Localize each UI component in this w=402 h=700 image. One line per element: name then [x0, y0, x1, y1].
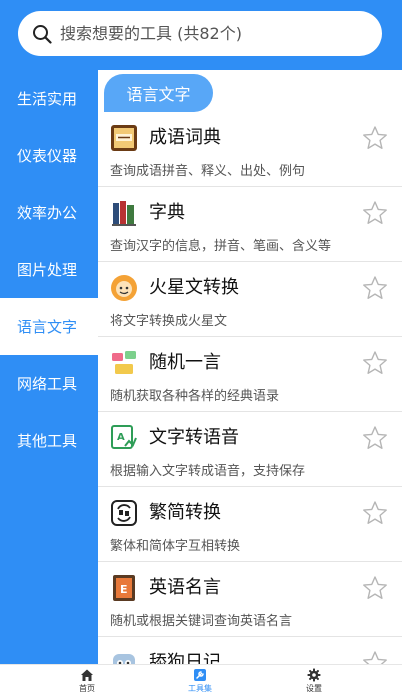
robot-icon	[113, 654, 135, 664]
idiom-dictionary-icon	[111, 125, 137, 151]
top-bar	[0, 0, 402, 70]
favorite-star-icon[interactable]	[362, 275, 388, 301]
english-quote-icon: E	[113, 575, 135, 601]
favorite-star-icon[interactable]	[362, 425, 388, 451]
tool-description: 将文字转换成火星文	[110, 314, 228, 329]
quote-cards-icon	[112, 351, 136, 374]
svg-text:E: E	[120, 583, 128, 596]
text-to-speech-icon: A	[111, 425, 137, 449]
bottom-tab-bar: 首页 工具集 设置	[0, 664, 402, 700]
tool-item[interactable]: 火星文转换 将文字转换成火星文	[98, 262, 402, 337]
tool-item[interactable]: 字典 查询汉字的信息，拼音、笔画、含义等	[98, 187, 402, 262]
sidebar-item-life[interactable]: 生活实用	[0, 70, 98, 127]
tab-label: 设置	[306, 684, 322, 693]
tool-list-panel: 语言文字 成语词典 查询成语拼音、释义、出处、例句 字典 查询汉字的信息，拼音、…	[98, 70, 402, 664]
search-bar[interactable]	[18, 11, 382, 56]
tool-item[interactable]: A 文字转语音 根据输入文字转成语音，支持保存	[98, 412, 402, 487]
books-icon	[112, 201, 136, 226]
tool-item[interactable]: 随机一言 随机获取各种各样的经典语录	[98, 337, 402, 412]
tool-name: 成语词典	[149, 127, 221, 148]
tool-description: 随机获取各种各样的经典语录	[110, 389, 280, 404]
tool-description: 查询汉字的信息，拼音、笔画、含义等	[110, 239, 332, 254]
favorite-star-icon[interactable]	[362, 650, 388, 664]
sidebar-item-instruments[interactable]: 仪表仪器	[0, 127, 98, 184]
favorite-star-icon[interactable]	[362, 125, 388, 151]
tool-description: 随机或根据关键词查询英语名言	[110, 614, 293, 629]
tab-settings[interactable]: 设置	[279, 668, 349, 694]
gear-icon	[307, 668, 321, 682]
sidebar-item-image[interactable]: 图片处理	[0, 241, 98, 298]
favorite-star-icon[interactable]	[362, 200, 388, 226]
tool-name: 随机一言	[149, 352, 221, 373]
tool-description: 查询成语拼音、释义、出处、例句	[110, 164, 306, 179]
tool-name: 英语名言	[149, 577, 221, 598]
sidebar-item-language[interactable]: 语言文字	[0, 298, 98, 355]
sidebar-item-office[interactable]: 效率办公	[0, 184, 98, 241]
tool-item[interactable]: 舔狗日记	[98, 637, 402, 664]
tool-description: 根据输入文字转成语音，支持保存	[110, 464, 306, 479]
tab-home[interactable]: 首页	[52, 668, 122, 694]
tool-description: 繁体和简体字互相转换	[110, 539, 241, 554]
category-title: 语言文字	[104, 74, 213, 112]
traditional-simplified-icon	[111, 500, 137, 526]
tool-name: 火星文转换	[149, 277, 239, 298]
sidebar-item-other[interactable]: 其他工具	[0, 412, 98, 469]
tool-list: 成语词典 查询成语拼音、释义、出处、例句 字典 查询汉字的信息，拼音、笔画、含义…	[98, 112, 402, 664]
favorite-star-icon[interactable]	[362, 500, 388, 526]
tool-name: 繁简转换	[149, 502, 221, 523]
tool-item[interactable]: 繁简转换 繁体和简体字互相转换	[98, 487, 402, 562]
home-icon	[81, 669, 93, 681]
tools-icon	[194, 669, 206, 681]
tab-label: 首页	[79, 684, 95, 693]
tool-item[interactable]: E 英语名言 随机或根据关键词查询英语名言	[98, 562, 402, 637]
tool-item[interactable]: 成语词典 查询成语拼音、释义、出处、例句	[98, 112, 402, 187]
tab-label: 工具集	[188, 684, 212, 693]
svg-text:A: A	[117, 432, 125, 443]
category-sidebar: 生活实用 仪表仪器 效率办公 图片处理 语言文字 网络工具 其他工具	[0, 70, 98, 664]
martian-text-icon	[111, 275, 137, 301]
search-input[interactable]	[60, 24, 360, 43]
tool-name: 舔狗日记	[149, 652, 221, 664]
favorite-star-icon[interactable]	[362, 350, 388, 376]
tool-name: 字典	[149, 202, 185, 223]
favorite-star-icon[interactable]	[362, 575, 388, 601]
sidebar-item-network[interactable]: 网络工具	[0, 355, 98, 412]
tool-name: 文字转语音	[149, 427, 239, 448]
search-icon	[33, 24, 52, 44]
tab-tools[interactable]: 工具集	[165, 668, 235, 694]
